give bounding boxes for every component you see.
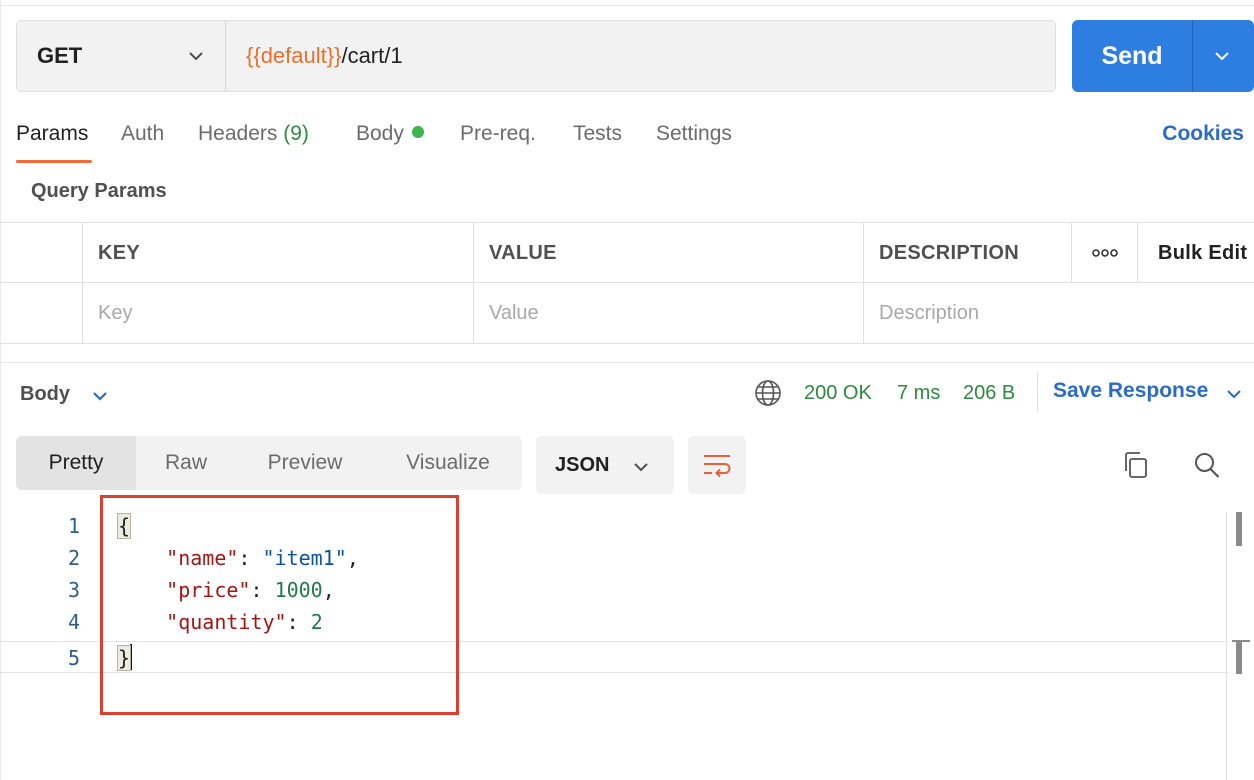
header-description: DESCRIPTION	[863, 223, 1071, 283]
bulk-edit-button[interactable]: Bulk Edit	[1137, 223, 1254, 283]
header-key: KEY	[82, 223, 473, 283]
line-number: 1	[67, 514, 80, 538]
active-tab-indicator	[16, 160, 92, 163]
view-visualize[interactable]: Visualize	[374, 436, 522, 490]
method-label: GET	[37, 43, 83, 68]
editor-scrollbar-track[interactable]	[1226, 512, 1227, 780]
send-button-group: Send	[1072, 20, 1254, 92]
chevron-down-icon	[634, 463, 648, 472]
chevron-down-icon	[189, 52, 203, 61]
response-divider	[0, 362, 1254, 363]
tab-body-label: Body	[356, 122, 404, 145]
ellipsis-icon	[1091, 249, 1118, 257]
headers-count: (9)	[283, 122, 309, 145]
response-time[interactable]: 7 ms	[897, 382, 940, 405]
url-input[interactable]: {{default}}/cart/1	[225, 20, 1056, 92]
send-options-chevron-icon[interactable]	[1212, 46, 1232, 66]
chevron-down-icon[interactable]	[90, 386, 110, 406]
copy-icon[interactable]	[1122, 450, 1150, 480]
url-variable: {{default}}	[246, 43, 342, 68]
tab-headers[interactable]: Headers (9)	[198, 122, 309, 146]
scrollbar-marker-bar	[1236, 642, 1242, 674]
search-icon[interactable]	[1193, 450, 1221, 480]
tab-settings[interactable]: Settings	[656, 122, 732, 146]
table-header-row: KEY VALUE DESCRIPTION Bulk Edit	[0, 223, 1254, 283]
status-code[interactable]: 200 OK	[804, 382, 872, 405]
line-number: 4	[67, 610, 80, 634]
view-preview[interactable]: Preview	[236, 436, 374, 490]
status-divider	[1037, 372, 1038, 412]
header-value: VALUE	[473, 223, 863, 283]
value-input[interactable]: Value	[473, 283, 863, 343]
format-label: JSON	[555, 453, 610, 476]
view-raw[interactable]: Raw	[136, 436, 236, 490]
body-indicator-dot	[411, 126, 424, 138]
save-response-button[interactable]: Save Response	[1053, 379, 1208, 403]
scrollbar-thumb[interactable]	[1236, 512, 1242, 546]
description-input[interactable]: Description	[863, 283, 1254, 343]
format-select[interactable]: JSON	[536, 436, 674, 494]
response-size[interactable]: 206 B	[963, 382, 1015, 405]
send-button[interactable]: Send	[1072, 42, 1192, 71]
scrollbar-marker	[1232, 640, 1250, 674]
tab-tests[interactable]: Tests	[573, 122, 622, 146]
tab-headers-label: Headers	[198, 122, 278, 145]
table-row: Key Value Description	[0, 283, 1254, 343]
tab-auth[interactable]: Auth	[121, 122, 164, 146]
method-select[interactable]: GET	[16, 20, 226, 92]
tab-params[interactable]: Params	[16, 122, 88, 146]
line-number: 2	[67, 546, 80, 570]
query-params-title: Query Params	[31, 180, 167, 202]
key-input[interactable]: Key	[82, 283, 473, 343]
annotation-highlight-box	[100, 495, 459, 715]
globe-icon[interactable]	[754, 379, 782, 407]
query-params-table: KEY VALUE DESCRIPTION Bulk Edit Key Valu…	[0, 222, 1254, 344]
view-pretty[interactable]: Pretty	[16, 436, 136, 490]
line-number: 5	[67, 646, 80, 670]
send-split-divider	[1192, 20, 1193, 92]
view-mode-tabs: Pretty Raw Preview Visualize	[16, 436, 522, 490]
wrap-lines-icon	[704, 455, 731, 478]
tab-body[interactable]: Body	[356, 122, 424, 146]
response-body-label[interactable]: Body	[20, 383, 70, 406]
cookies-link[interactable]: Cookies	[1162, 122, 1244, 146]
line-number: 3	[67, 578, 80, 602]
more-options-icon[interactable]	[1071, 223, 1137, 283]
url-path: /cart/1	[341, 43, 403, 68]
chevron-down-icon[interactable]	[1225, 385, 1243, 403]
top-divider	[0, 0, 1254, 6]
tab-prereq[interactable]: Pre-req.	[460, 122, 536, 146]
wrap-lines-button[interactable]	[688, 436, 746, 494]
